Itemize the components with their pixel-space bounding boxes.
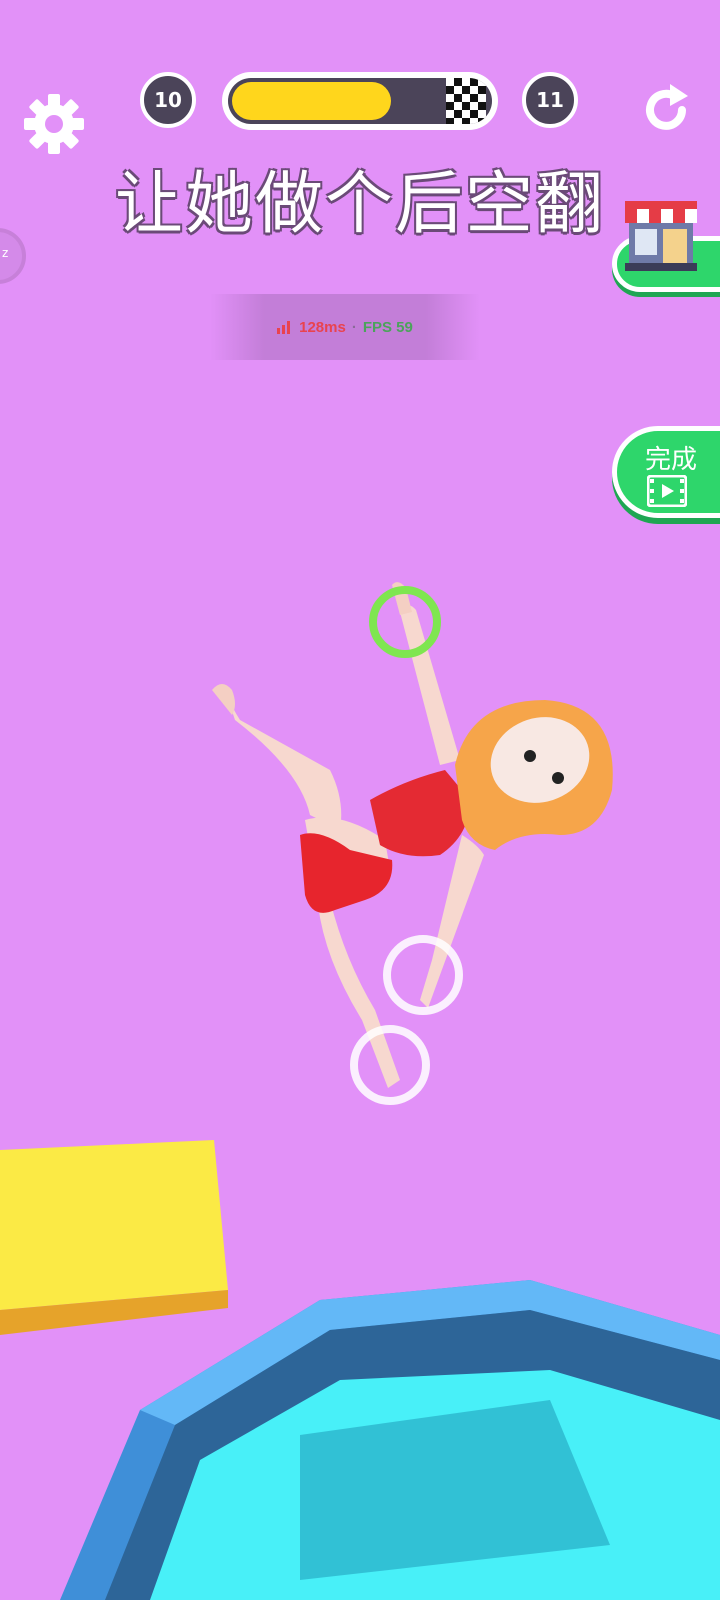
done-label: 完成 <box>645 445 698 475</box>
restart-icon <box>646 84 688 130</box>
drag-handle-hand-top[interactable] <box>365 582 445 662</box>
ping-value: 128ms <box>299 318 346 336</box>
next-level-number: 11 <box>536 88 564 112</box>
restart-button[interactable] <box>636 80 696 140</box>
task-title: 让她做个后空翻 <box>114 165 605 244</box>
shop-button[interactable] <box>612 201 720 292</box>
current-level-number: 10 <box>154 88 182 112</box>
progress-fill <box>232 82 391 120</box>
pool <box>60 1280 720 1600</box>
sleep-icon: z <box>2 246 9 260</box>
level-progress-bar <box>222 72 498 130</box>
shop-icon <box>625 201 697 271</box>
gear-icon <box>24 94 84 154</box>
video-play-icon <box>647 475 687 507</box>
done-button[interactable]: 完成 <box>612 426 720 518</box>
yellow-block <box>0 1140 228 1335</box>
next-level-badge: 11 <box>522 72 578 128</box>
progress-track <box>228 78 492 124</box>
drag-handle-foot[interactable] <box>350 1025 430 1105</box>
fps-value: FPS 59 <box>362 318 413 336</box>
perf-separator: · <box>351 318 357 336</box>
settings-button[interactable] <box>22 92 86 156</box>
drag-handle-hand-bottom[interactable] <box>383 935 463 1015</box>
current-level-badge: 10 <box>140 72 196 128</box>
performance-overlay: 128ms · FPS 59 <box>210 294 480 360</box>
finish-flag-icon <box>446 78 486 124</box>
signal-icon <box>277 321 291 334</box>
